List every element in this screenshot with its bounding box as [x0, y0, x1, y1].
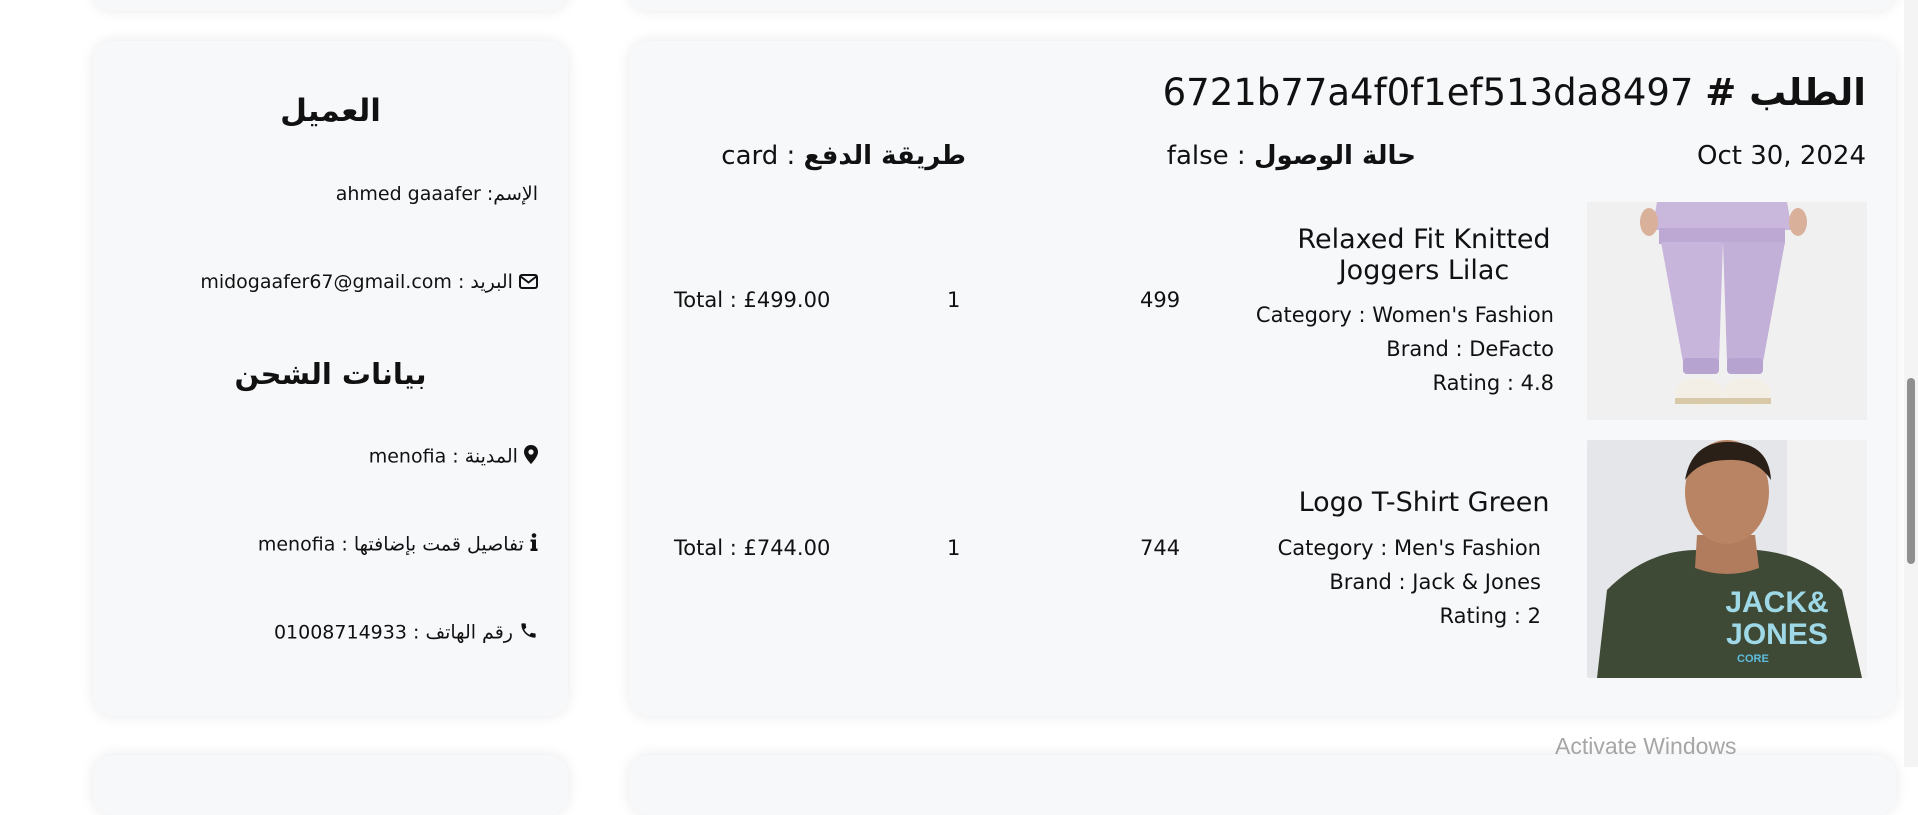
next-order-card	[629, 755, 1896, 815]
city-row: المدينة : menofia	[369, 445, 538, 469]
shipping-heading: بيانات الشحن	[234, 357, 427, 391]
previous-customer-card	[93, 0, 568, 11]
email-value: midogaafer67@gmail.com	[200, 271, 452, 293]
item-1-quantity: 1	[947, 288, 961, 312]
page-scrollbar[interactable]	[1904, 0, 1918, 767]
delivery-sep: :	[1228, 141, 1246, 171]
customer-email-row: البريد : midogaafer67@gmail.com	[200, 271, 538, 294]
details-row: تفاصيل قمت بإضافتها : menofia	[258, 533, 538, 557]
tshirt-logo-line-2: JONES	[1726, 618, 1828, 651]
tshirt-logo-line-3: CORE	[1737, 653, 1769, 665]
map-marker-icon	[524, 445, 538, 469]
tshirt-logo-line-1: JACK&	[1725, 586, 1828, 619]
details-value: menofia	[257, 533, 336, 556]
customer-card: العميل الإسم: ahmed gaaafer البريد : mid…	[93, 41, 568, 716]
item-2-rating: Rating : 2	[1439, 604, 1542, 628]
item-2-category: Category : Men's Fashion	[1277, 536, 1541, 560]
name-label: الإسم:	[486, 183, 538, 205]
email-label: البريد	[470, 271, 513, 293]
item-2-quantity: 1	[947, 536, 961, 560]
delivery-status: حالة الوصول : false	[1167, 141, 1416, 171]
phone-icon	[519, 621, 538, 645]
delivery-value: false	[1166, 141, 1229, 171]
payment-sep: :	[778, 141, 796, 171]
payment-method: طريقة الدفع : card	[721, 141, 966, 171]
previous-order-card	[629, 0, 1896, 11]
details-sep: :	[335, 533, 348, 556]
city-value: menofia	[368, 445, 447, 468]
phone-sep: :	[406, 621, 420, 644]
item-1-price: 499	[1140, 288, 1181, 312]
order-card: الطلب # 6721b77a4f0f1ef513da8497 Oct 30,…	[629, 41, 1896, 716]
payment-value: card	[721, 141, 779, 171]
info-icon	[530, 533, 538, 557]
product-image-tshirt[interactable]: JACK& JONES CORE	[1587, 440, 1867, 678]
order-date: Oct 30, 2024	[1697, 141, 1866, 171]
item-1-total: Total : £499.00	[674, 288, 831, 312]
item-1-name[interactable]: Relaxed Fit Knitted Joggers Lilac	[1284, 224, 1564, 286]
item-2-brand: Brand : Jack & Jones	[1329, 570, 1541, 594]
activate-windows-watermark: Activate Windows	[1555, 733, 1737, 759]
customer-heading: العميل	[280, 93, 381, 129]
city-sep: :	[446, 445, 459, 468]
order-id: 6721b77a4f0f1ef513da8497	[1162, 71, 1694, 114]
email-sep: :	[451, 271, 465, 293]
order-title-label: الطلب #	[1705, 71, 1866, 114]
phone-value: 01008714933	[273, 621, 407, 644]
envelope-icon	[519, 272, 538, 294]
next-customer-card	[93, 755, 568, 815]
details-label: تفاصيل قمت بإضافتها	[353, 533, 524, 556]
item-2-name[interactable]: Logo T-Shirt Green	[1284, 487, 1564, 518]
item-1-brand: Brand : DeFacto	[1386, 337, 1554, 361]
order-title: الطلب # 6721b77a4f0f1ef513da8497	[1163, 71, 1866, 114]
name-value: ahmed gaaafer	[335, 183, 481, 205]
scrollbar-thumb[interactable]	[1907, 378, 1915, 564]
item-1-category: Category : Women's Fashion	[1255, 303, 1554, 327]
city-label: المدينة	[464, 445, 518, 468]
product-image-joggers[interactable]	[1587, 202, 1867, 420]
phone-row: رقم الهاتف : 01008714933	[274, 621, 538, 645]
item-1-rating: Rating : 4.8	[1432, 371, 1554, 395]
item-2-total: Total : £744.00	[674, 536, 831, 560]
delivery-label: حالة الوصول	[1253, 141, 1416, 171]
payment-label: طريقة الدفع	[803, 141, 966, 171]
phone-label: رقم الهاتف	[425, 621, 513, 644]
item-2-price: 744	[1140, 536, 1181, 560]
customer-name-row: الإسم: ahmed gaaafer	[336, 183, 538, 205]
